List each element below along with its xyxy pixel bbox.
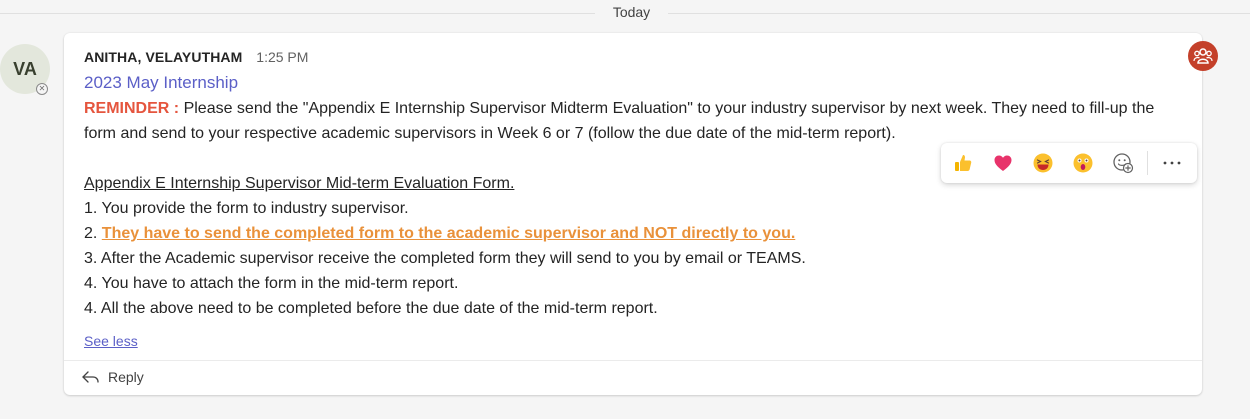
step-text-highlight: They have to send the completed form to …	[101, 225, 796, 242]
list-item: 4. All the above need to be completed be…	[84, 300, 658, 317]
divider-line-right	[668, 13, 1250, 14]
message-card[interactable]: ANITHA, VELAYUTHAM 1:25 PM 2023 May Inte…	[64, 33, 1202, 395]
divider-line-left	[0, 13, 595, 14]
heart-reaction-button[interactable]	[983, 143, 1023, 183]
reminder-label: REMINDER :	[84, 100, 180, 117]
laugh-reaction-button[interactable]	[1023, 143, 1063, 183]
reply-arrow-icon	[82, 371, 99, 383]
add-reaction-button[interactable]	[1103, 143, 1143, 183]
step-text: After the Academic supervisor receive th…	[100, 250, 806, 267]
like-reaction-button[interactable]	[943, 143, 983, 183]
reminder-paragraph: REMINDER : Please send the "Appendix E I…	[84, 96, 1174, 146]
surprised-icon	[1073, 153, 1093, 173]
add-reaction-icon	[1113, 153, 1134, 174]
chat-thread: Today VA ✕ ANITHA, VELAYUTHAM 1:25 PM 20…	[0, 0, 1250, 419]
heart-icon	[994, 155, 1012, 171]
message-header: ANITHA, VELAYUTHAM 1:25 PM	[84, 49, 308, 65]
message-footer: Reply	[64, 360, 1202, 396]
more-options-icon	[1163, 161, 1181, 165]
see-less-link[interactable]: See less	[84, 333, 138, 349]
more-options-button[interactable]	[1152, 143, 1192, 183]
list-item: 4. You have to attach the form in the mi…	[84, 275, 459, 292]
date-divider-label: Today	[612, 4, 651, 20]
list-item: 3. After the Academic supervisor receive…	[84, 250, 806, 267]
message-body: REMINDER : Please send the "Appendix E I…	[84, 96, 1174, 321]
presence-offline-icon: ✕	[36, 83, 48, 95]
like-icon	[955, 155, 972, 171]
message-author[interactable]: ANITHA, VELAYUTHAM	[84, 49, 242, 65]
step-text: You have to attach the form in the mid-t…	[101, 275, 459, 292]
form-title: Appendix E Internship Supervisor Mid-ter…	[84, 175, 515, 192]
list-item: 2. They have to send the completed form …	[84, 225, 796, 242]
message-subject: 2023 May Internship	[84, 73, 239, 92]
message-timestamp: 1:25 PM	[256, 49, 309, 65]
list-item: 1. You provide the form to industry supe…	[84, 200, 409, 217]
step-text: All the above need to be completed befor…	[100, 300, 658, 317]
reaction-separator	[1147, 151, 1148, 175]
people-icon	[1193, 48, 1213, 64]
surprised-reaction-button[interactable]	[1063, 143, 1103, 183]
reaction-bar	[941, 143, 1197, 183]
step-text: You provide the form to industry supervi…	[101, 200, 409, 217]
laugh-icon	[1033, 153, 1053, 173]
group-app-icon[interactable]	[1188, 41, 1218, 71]
avatar-initials: VA	[13, 58, 37, 79]
reminder-text: Please send the "Appendix E Internship S…	[84, 100, 1155, 142]
reply-button[interactable]: Reply	[82, 369, 144, 385]
reply-label: Reply	[108, 369, 144, 385]
